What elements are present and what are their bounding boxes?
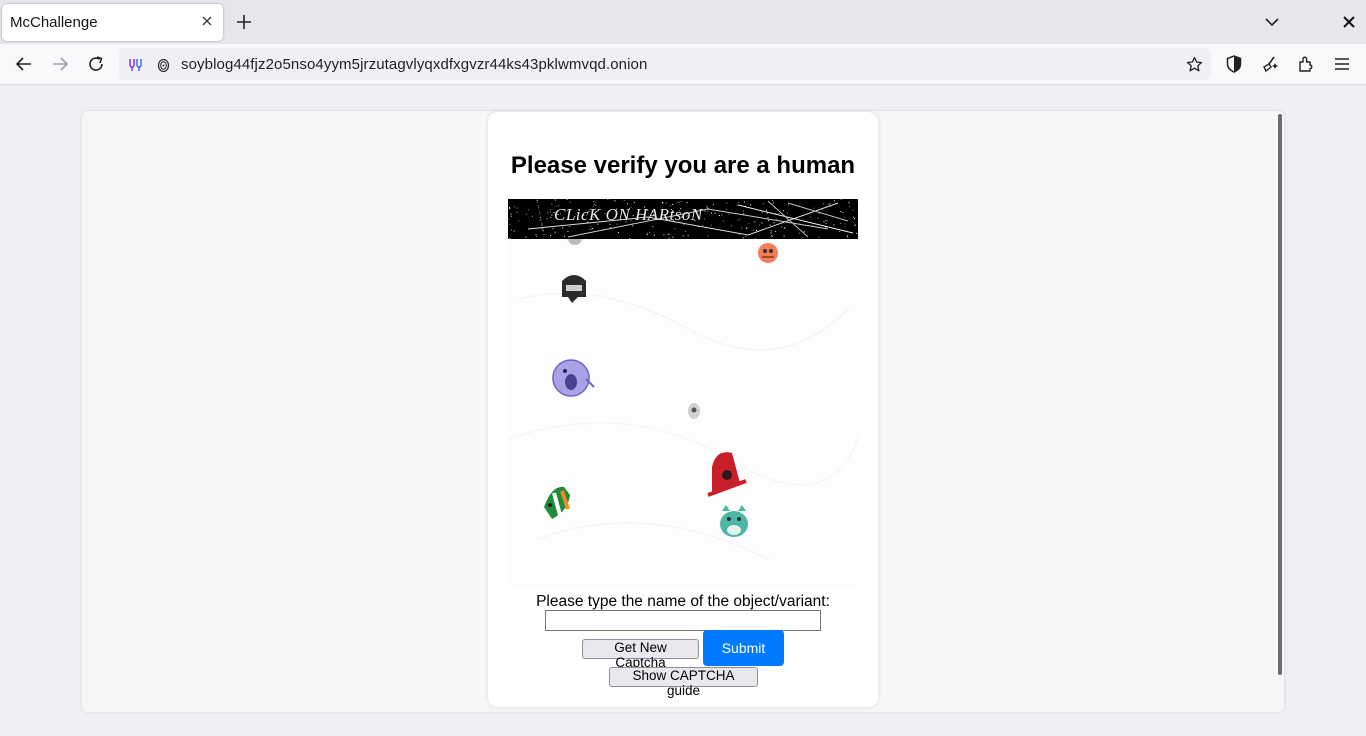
address-bar[interactable]: soyblog44fjz2o5nso4yym5jrzutagvlyqxdfxgv… bbox=[119, 48, 1211, 80]
forward-arrow-icon[interactable] bbox=[50, 54, 70, 74]
irish-flag-face-icon[interactable] bbox=[544, 486, 570, 519]
reload-icon[interactable] bbox=[86, 54, 106, 74]
page-scrollbar[interactable] bbox=[1278, 114, 1282, 675]
new-identity-broom-icon[interactable] bbox=[1260, 54, 1280, 74]
extensions-puzzle-icon[interactable] bbox=[1296, 54, 1316, 74]
small-grey-figure-icon[interactable] bbox=[688, 403, 700, 419]
onion-circuit-icon[interactable] bbox=[127, 56, 144, 73]
captcha-image-area[interactable] bbox=[508, 239, 858, 587]
input-prompt: Please type the name of the object/varia… bbox=[536, 593, 830, 610]
close-tab-icon[interactable] bbox=[198, 12, 216, 30]
red-hat-icon[interactable] bbox=[707, 452, 747, 497]
challenge-banner: CLicK ON HARtsoN bbox=[508, 199, 858, 239]
list-all-tabs-chevron-icon[interactable] bbox=[1262, 12, 1282, 32]
captcha-objects bbox=[508, 239, 858, 560]
page-title: Please verify you are a human bbox=[510, 152, 856, 179]
back-arrow-icon[interactable] bbox=[14, 54, 34, 74]
black-helmet-icon[interactable] bbox=[562, 275, 586, 303]
close-window-icon[interactable] bbox=[1340, 13, 1358, 31]
new-tab-plus-icon[interactable] bbox=[234, 12, 254, 32]
onion-site-icon[interactable] bbox=[155, 56, 172, 73]
tab-bar: McChallenge bbox=[0, 0, 1366, 44]
url-text: soyblog44fjz2o5nso4yym5jrzutagvlyqxdfxgv… bbox=[181, 56, 648, 73]
bookmark-star-icon[interactable] bbox=[1186, 56, 1203, 73]
shield-icon[interactable] bbox=[1224, 54, 1244, 74]
get-new-captcha-button[interactable]: Get New Captcha bbox=[582, 639, 699, 670]
submit-button[interactable]: Submit bbox=[703, 630, 784, 666]
tab-title: McChallenge bbox=[10, 14, 98, 31]
captcha-card: Please verify you are a human CLicK ON H… bbox=[488, 112, 878, 707]
hamburger-menu-icon[interactable] bbox=[1332, 54, 1352, 74]
navigation-toolbar: soyblog44fjz2o5nso4yym5jrzutagvlyqxdfxgv… bbox=[0, 44, 1366, 85]
orange-face-icon[interactable] bbox=[758, 243, 778, 263]
tab-mcchallenge[interactable]: McChallenge bbox=[2, 4, 223, 41]
captcha-answer-input[interactable] bbox=[545, 610, 821, 631]
purple-blob-icon[interactable] bbox=[552, 359, 595, 397]
teal-face-icon[interactable] bbox=[720, 505, 748, 537]
grey-sticker-icon[interactable] bbox=[565, 239, 585, 245]
show-captcha-guide-button[interactable]: Show CAPTCHA guide bbox=[609, 667, 758, 698]
challenge-text: CLicK ON HARtsoN bbox=[554, 205, 703, 224]
